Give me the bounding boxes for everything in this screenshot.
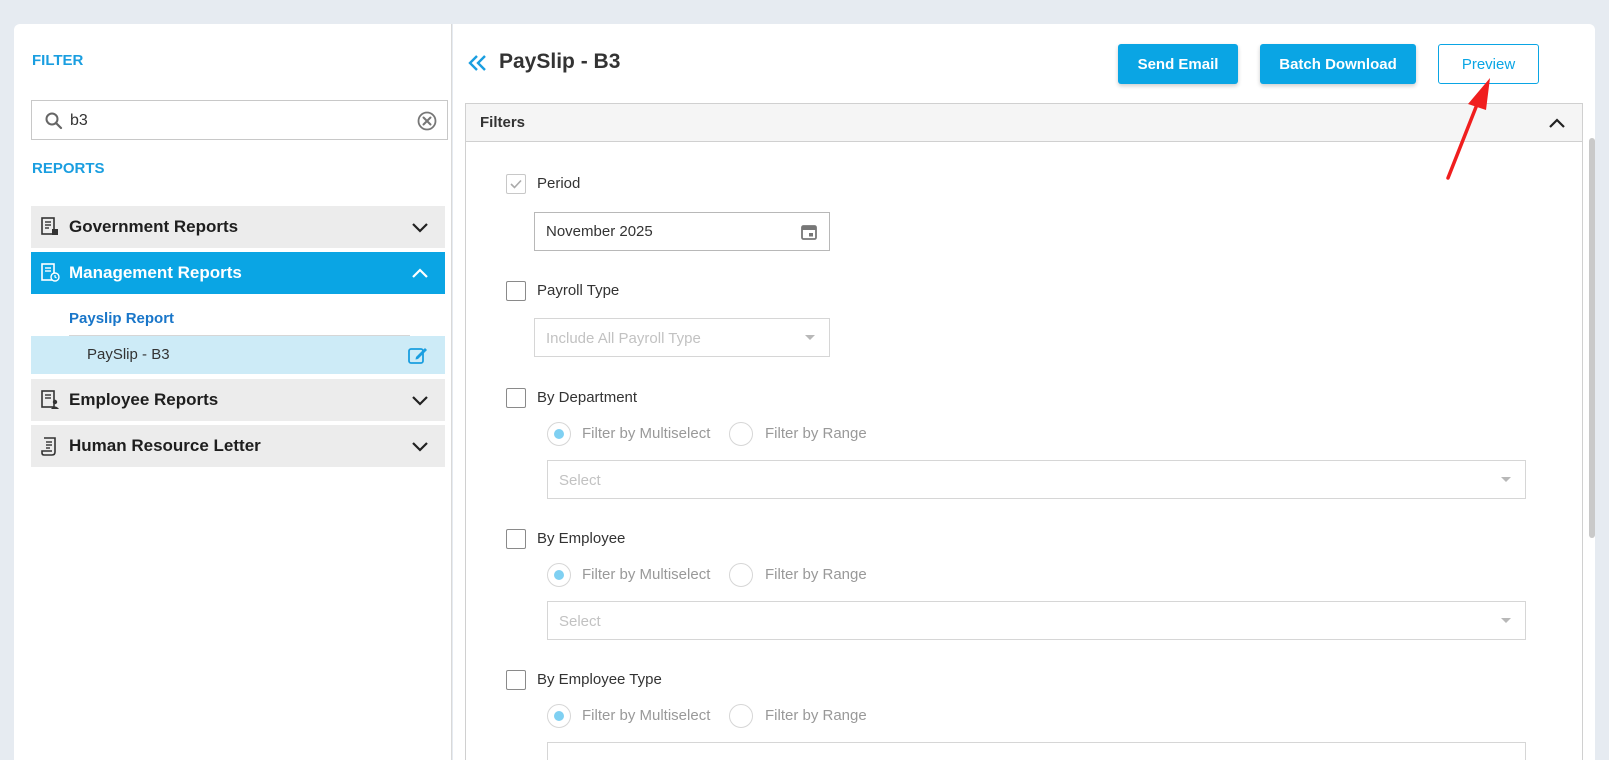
payroll-type-select[interactable]: Include All Payroll Type <box>534 318 830 357</box>
group-human-resource-letter[interactable]: Human Resource Letter <box>31 425 445 467</box>
sidebar: FILTER REPORTS Government Reports <box>14 24 452 760</box>
employee-range-radio[interactable] <box>729 563 753 587</box>
search-input[interactable] <box>70 109 400 133</box>
chevron-down-icon[interactable] <box>409 216 431 238</box>
employee-type-multiselect-radio[interactable] <box>547 704 571 728</box>
reports-label: REPORTS <box>32 160 105 177</box>
chevron-up-icon[interactable] <box>1546 112 1568 134</box>
department-select[interactable]: Select <box>547 460 1526 499</box>
period-value: November 2025 <box>546 223 653 240</box>
payslip-report-heading[interactable]: Payslip Report <box>69 310 174 327</box>
filter-label: FILTER <box>32 52 84 69</box>
chevron-down-icon[interactable] <box>409 389 431 411</box>
department-multiselect-radio[interactable] <box>547 422 571 446</box>
payroll-type-placeholder: Include All Payroll Type <box>546 330 701 347</box>
caret-down-icon <box>1501 477 1511 482</box>
employee-report-icon <box>41 390 59 409</box>
sidebar-item-payslip-b3[interactable]: PaySlip - B3 <box>31 336 445 374</box>
payroll-type-label: Payroll Type <box>537 282 620 299</box>
scrollbar[interactable] <box>1589 138 1595 538</box>
clear-search-icon[interactable] <box>417 111 437 131</box>
employee-multiselect-label: Filter by Multiselect <box>582 566 711 583</box>
caret-down-icon <box>1501 618 1511 623</box>
by-department-label: By Department <box>537 389 638 406</box>
search-icon <box>45 112 63 130</box>
group-label: Employee Reports <box>69 390 219 409</box>
filters-panel: Filters Period November 2025 Payroll Typ… <box>465 103 1583 760</box>
employee-type-range-radio[interactable] <box>729 704 753 728</box>
by-employee-type-label: By Employee Type <box>537 671 662 688</box>
group-label: Government Reports <box>69 217 239 236</box>
by-employee-checkbox[interactable] <box>506 529 526 549</box>
payroll-type-checkbox[interactable] <box>506 281 526 301</box>
filters-title: Filters <box>480 114 526 131</box>
edit-icon[interactable] <box>407 344 429 366</box>
main-content: PaySlip - B3 Send Email Batch Download P… <box>453 24 1595 760</box>
letter-scroll-icon <box>41 437 56 456</box>
employee-range-label: Filter by Range <box>765 566 867 583</box>
search-box[interactable] <box>31 100 448 140</box>
by-employee-type-checkbox[interactable] <box>506 670 526 690</box>
checkmark-icon <box>510 179 522 189</box>
period-date-field[interactable]: November 2025 <box>534 212 830 251</box>
send-email-button[interactable]: Send Email <box>1118 44 1238 84</box>
department-range-label: Filter by Range <box>765 425 867 442</box>
preview-button[interactable]: Preview <box>1438 44 1539 84</box>
group-employee-reports[interactable]: Employee Reports <box>31 379 445 421</box>
batch-download-button[interactable]: Batch Download <box>1260 44 1416 84</box>
chevron-down-icon[interactable] <box>409 435 431 457</box>
report-clock-icon <box>41 263 60 282</box>
employee-type-range-label: Filter by Range <box>765 707 867 724</box>
by-department-checkbox[interactable] <box>506 388 526 408</box>
sidebar-item-label: PaySlip - B3 <box>87 346 170 363</box>
by-employee-label: By Employee <box>537 530 626 547</box>
chevron-up-icon[interactable] <box>409 262 431 284</box>
employee-type-select[interactable] <box>547 742 1526 760</box>
employee-multiselect-radio[interactable] <box>547 563 571 587</box>
group-management-reports[interactable]: Management Reports <box>31 252 445 294</box>
department-placeholder: Select <box>559 472 601 489</box>
caret-down-icon <box>805 335 815 340</box>
page-title: PaySlip - B3 <box>499 50 621 73</box>
period-label: Period <box>537 175 581 192</box>
calendar-icon[interactable] <box>799 222 819 242</box>
employee-type-multiselect-label: Filter by Multiselect <box>582 707 711 724</box>
report-document-icon <box>41 217 58 235</box>
group-label: Human Resource Letter <box>69 436 261 455</box>
group-government-reports[interactable]: Government Reports <box>31 206 445 248</box>
filters-header[interactable]: Filters <box>466 104 1582 142</box>
employee-placeholder: Select <box>559 613 601 630</box>
employee-select[interactable]: Select <box>547 601 1526 640</box>
group-label: Management Reports <box>69 263 242 282</box>
double-chevron-left-icon[interactable] <box>467 52 489 74</box>
period-checkbox[interactable] <box>506 174 526 194</box>
department-range-radio[interactable] <box>729 422 753 446</box>
department-multiselect-label: Filter by Multiselect <box>582 425 711 442</box>
